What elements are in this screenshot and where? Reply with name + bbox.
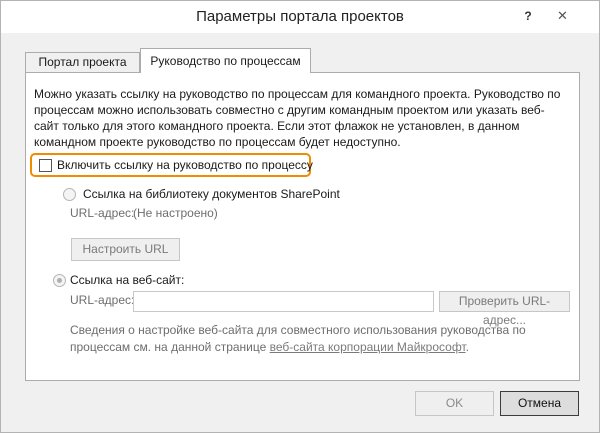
website-url-input[interactable]: [133, 291, 434, 312]
dialog-window: Параметры портала проектов ? ✕ Портал пр…: [0, 0, 600, 433]
cancel-button[interactable]: Отмена: [500, 391, 579, 416]
info-text-after: .: [465, 340, 469, 354]
enable-guidance-checkbox[interactable]: [39, 159, 52, 172]
tab-process-guidance[interactable]: Руководство по процессам: [140, 48, 311, 73]
tab-panel: Можно указать ссылку на руководство по п…: [25, 72, 580, 381]
title-bar: Параметры портала проектов ? ✕: [1, 1, 599, 33]
close-button[interactable]: ✕: [540, 5, 585, 27]
dialog-title: Параметры портала проектов: [196, 8, 404, 25]
enable-guidance-highlight[interactable]: Включить ссылку на руководство по процес…: [30, 153, 313, 177]
sharepoint-radio[interactable]: [63, 188, 76, 201]
website-option-label[interactable]: Ссылка на веб-сайт:: [70, 273, 184, 287]
description-text: Можно указать ссылку на руководство по п…: [34, 87, 561, 149]
sharepoint-url-label: URL-адрес:: [70, 206, 135, 220]
verify-url-button[interactable]: Проверить URL-адрес...: [439, 291, 570, 327]
sharepoint-option-label[interactable]: Ссылка на библиотеку документов SharePoi…: [83, 187, 340, 201]
configure-url-button[interactable]: Настроить URL: [71, 238, 180, 261]
sharepoint-url-value: (Не настроено): [133, 206, 218, 220]
tab-project-portal[interactable]: Портал проекта: [25, 52, 140, 72]
enable-guidance-label[interactable]: Включить ссылку на руководство по процес…: [57, 158, 313, 172]
website-radio[interactable]: [53, 274, 66, 287]
info-text: Сведения о настройке веб-сайта для совме…: [70, 322, 560, 356]
ok-button[interactable]: OK: [415, 391, 494, 416]
website-url-label: URL-адрес:: [70, 293, 135, 307]
close-icon: ✕: [557, 8, 568, 23]
microsoft-website-link[interactable]: веб-сайта корпорации Майкрософт: [270, 340, 466, 354]
help-button[interactable]: ?: [521, 5, 535, 27]
